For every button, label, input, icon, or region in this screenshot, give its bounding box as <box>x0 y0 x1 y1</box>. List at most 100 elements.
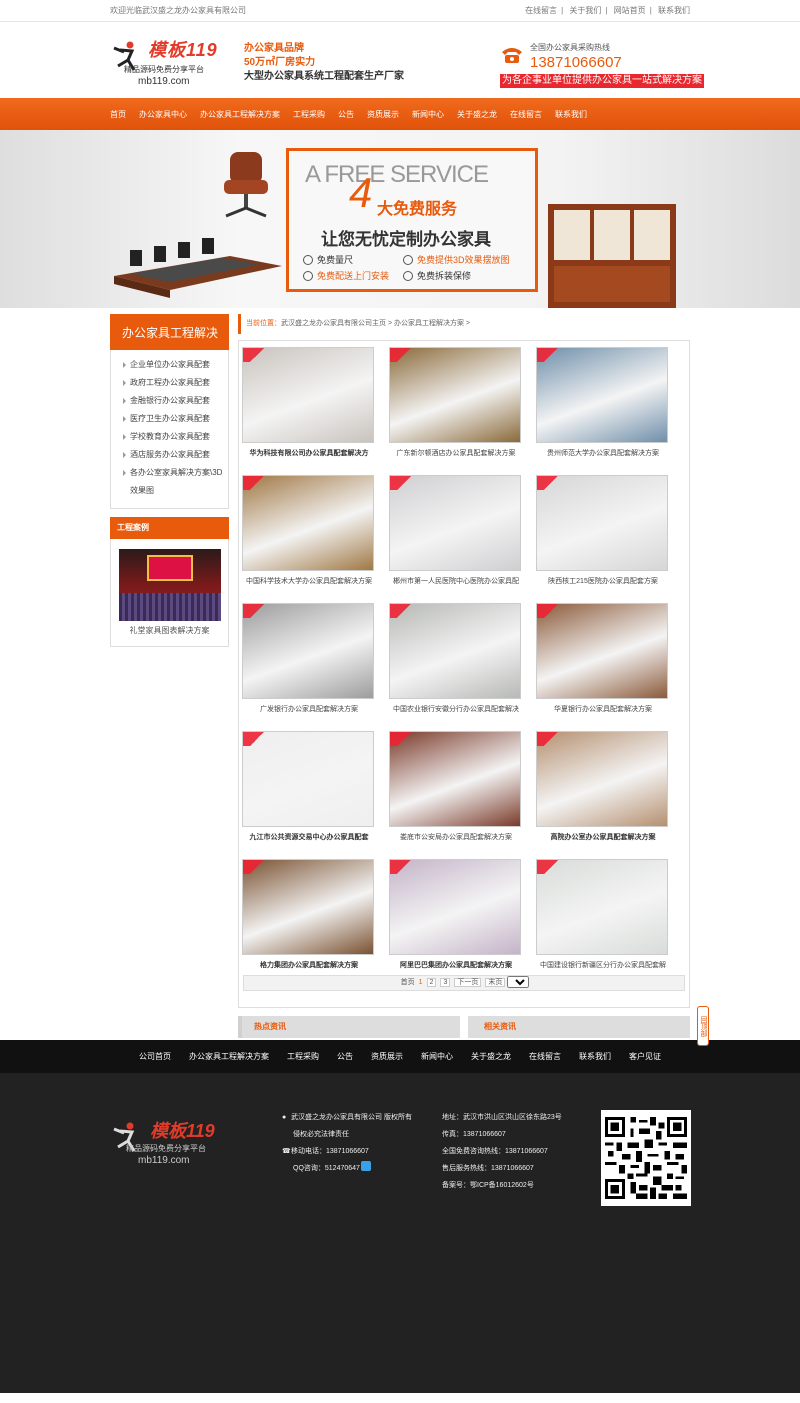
case-caption[interactable]: 中国农业银行安徽分行办公家具配套解决 <box>389 704 523 714</box>
footer-icp[interactable]: 备案号：鄂ICP备16012602号 <box>442 1177 562 1194</box>
case-caption[interactable]: 娄底市公安局办公家具配套解决方案 <box>389 832 523 842</box>
nav-item-home[interactable]: 首页 <box>110 109 126 120</box>
case-photo[interactable] <box>242 475 374 571</box>
footer-info-col: 地址：武汉市洪山区洪山区徐东路23号 传真：13871066607 全国免费咨询… <box>442 1109 562 1194</box>
hero-banner[interactable]: A FREE SERVICE 4 大免费服务 让您无忧定制办公家具 免费量尺 免… <box>0 130 800 308</box>
page-1-button[interactable]: 1 <box>419 979 423 986</box>
sidebar-item-enterprise[interactable]: 企业单位办公家具配套 <box>111 356 228 374</box>
top-link-message[interactable]: 在线留言 <box>525 6 557 15</box>
case-card[interactable]: 阿里巴巴集团办公家具配套解决方案 <box>389 859 523 979</box>
case-photo[interactable] <box>536 347 668 443</box>
case-card[interactable]: 中国科学技术大学办公家具配套解决方案 <box>242 475 376 595</box>
footer-nav-message[interactable]: 在线留言 <box>529 1051 561 1062</box>
case-photo[interactable] <box>389 859 521 955</box>
case-caption[interactable]: 礼堂家具图表解决方案 <box>111 625 228 636</box>
nav-item-furniture-center[interactable]: 办公家具中心 <box>139 109 187 120</box>
footer-nav-about[interactable]: 关于盛之龙 <box>471 1051 511 1062</box>
case-caption[interactable]: 广东新尔顿酒店办公家具配套解决方案 <box>389 448 523 458</box>
case-photo[interactable] <box>389 475 521 571</box>
nav-item-qualification[interactable]: 资质展示 <box>367 109 399 120</box>
case-card[interactable]: 陕西核工215医院办公家具配套方案 <box>536 475 670 595</box>
footer-nav-procurement[interactable]: 工程采购 <box>287 1051 319 1062</box>
case-photo[interactable] <box>536 475 668 571</box>
case-photo[interactable] <box>242 603 374 699</box>
top-link-home[interactable]: 网站首页 <box>614 6 646 15</box>
case-caption[interactable]: 陕西核工215医院办公家具配套方案 <box>536 576 670 586</box>
related-news-box[interactable]: 相关资讯 <box>468 1016 690 1038</box>
sidebar-item-education[interactable]: 学校教育办公家具配套 <box>111 428 228 446</box>
case-caption[interactable]: 中国建设银行新疆区分行办公家具配套解 <box>536 960 670 970</box>
footer-nav-qualification[interactable]: 资质展示 <box>371 1051 403 1062</box>
footer-nav-solutions[interactable]: 办公家具工程解决方案 <box>189 1051 269 1062</box>
case-caption[interactable]: 广发银行办公家具配套解决方案 <box>242 704 376 714</box>
case-photo[interactable] <box>389 347 521 443</box>
case-card[interactable]: 华夏银行办公家具配套解决方案 <box>536 603 670 723</box>
case-caption[interactable]: 九江市公共资源交易中心办公家具配套 <box>242 832 376 842</box>
page-next-button[interactable]: 下一页 <box>454 978 482 987</box>
top-link-about[interactable]: 关于我们 <box>569 6 601 15</box>
case-photo[interactable] <box>536 731 668 827</box>
page-2-button[interactable]: 2 <box>426 978 437 987</box>
sidebar-item-hotel[interactable]: 酒店服务办公家具配套 <box>111 446 228 464</box>
case-photo[interactable] <box>242 731 374 827</box>
footer-logo[interactable]: 模板119 精品源码免费分享平台 mb119.com <box>110 1113 230 1169</box>
case-caption[interactable]: 华为科技有限公司办公家具配套解决方 <box>242 448 376 458</box>
case-card[interactable]: 中国建设银行新疆区分行办公家具配套解 <box>536 859 670 979</box>
case-card[interactable]: 郴州市第一人民医院中心医院办公家具配 <box>389 475 523 595</box>
case-widget[interactable]: 礼堂家具图表解决方案 <box>110 539 229 647</box>
footer-nav-news[interactable]: 新闻中心 <box>421 1051 453 1062</box>
footer-nav-testimonials[interactable]: 客户见证 <box>629 1051 661 1062</box>
case-card[interactable]: 格力集团办公家具配套解决方案 <box>242 859 376 979</box>
case-caption[interactable]: 中国科学技术大学办公家具配套解决方案 <box>242 576 376 586</box>
nav-item-news[interactable]: 新闻中心 <box>412 109 444 120</box>
footer-nav-notice[interactable]: 公告 <box>337 1051 353 1062</box>
case-caption[interactable]: 贵州师范大学办公家具配套解决方案 <box>536 448 670 458</box>
nav-item-procurement[interactable]: 工程采购 <box>293 109 325 120</box>
qq-icon[interactable] <box>360 1161 371 1171</box>
nav-item-contact[interactable]: 联系我们 <box>555 109 587 120</box>
sidebar: 办公家具工程解决 企业单位办公家具配套 政府工程办公家具配套 金融银行办公家具配… <box>110 314 229 647</box>
case-card[interactable]: 娄底市公安局办公家具配套解决方案 <box>389 731 523 851</box>
case-card[interactable]: 广东新尔顿酒店办公家具配套解决方案 <box>389 347 523 467</box>
case-photo[interactable] <box>242 859 374 955</box>
case-caption[interactable]: 阿里巴巴集团办公家具配套解决方案 <box>389 960 523 970</box>
nav-item-notice[interactable]: 公告 <box>338 109 354 120</box>
back-to-top-button[interactable]: 回顶部 <box>697 1006 709 1046</box>
page-select[interactable]: 1 <box>507 976 530 989</box>
case-photo[interactable] <box>389 731 521 827</box>
case-card[interactable]: 华为科技有限公司办公家具配套解决方 <box>242 347 376 467</box>
sidebar-item-3d[interactable]: 各办公室家具解决方案\3D效果图 <box>111 464 228 500</box>
case-photo[interactable] <box>536 859 668 955</box>
sidebar-item-finance[interactable]: 金融银行办公家具配套 <box>111 392 228 410</box>
case-card[interactable]: 广发银行办公家具配套解决方案 <box>242 603 376 723</box>
case-card[interactable]: 九江市公共资源交易中心办公家具配套 <box>242 731 376 851</box>
sidebar-item-government[interactable]: 政府工程办公家具配套 <box>111 374 228 392</box>
case-caption[interactable]: 华夏银行办公家具配套解决方案 <box>536 704 670 714</box>
cabinet-image <box>548 204 676 308</box>
sidebar-item-medical[interactable]: 医疗卫生办公家具配套 <box>111 410 228 428</box>
site-logo[interactable]: 模板119 精品源码免费分享平台 mb119.com <box>110 36 230 92</box>
case-photo[interactable] <box>242 347 374 443</box>
case-photo[interactable] <box>389 603 521 699</box>
case-caption[interactable]: 郴州市第一人民医院中心医院办公家具配 <box>389 576 523 586</box>
breadcrumb-path[interactable]: 武汉盛之龙办公家具有限公司主页 > 办公家具工程解决方案 > <box>281 320 470 327</box>
footer-nav-contact[interactable]: 联系我们 <box>579 1051 611 1062</box>
page-last-button[interactable]: 末页 <box>485 978 506 987</box>
nav-item-solutions[interactable]: 办公家具工程解决方案 <box>200 109 280 120</box>
auditorium-image[interactable] <box>119 549 221 621</box>
page-3-button[interactable]: 3 <box>440 978 451 987</box>
nav-item-about[interactable]: 关于盛之龙 <box>457 109 497 120</box>
case-card[interactable]: 贵州师范大学办公家具配套解决方案 <box>536 347 670 467</box>
page-first-button[interactable]: 首页 <box>401 979 415 986</box>
case-photo[interactable] <box>536 603 668 699</box>
free-service-number: 4 <box>349 169 373 216</box>
footer-logo-tagline: 精品源码免费分享平台 <box>126 1144 206 1153</box>
nav-item-message[interactable]: 在线留言 <box>510 109 542 120</box>
case-caption[interactable]: 格力集团办公家具配套解决方案 <box>242 960 376 970</box>
case-card[interactable]: 中国农业银行安徽分行办公家具配套解决 <box>389 603 523 723</box>
footer-nav-home[interactable]: 公司首页 <box>139 1051 171 1062</box>
top-link-contact[interactable]: 联系我们 <box>658 6 690 15</box>
case-caption[interactable]: 高院办公室办公家具配套解决方案 <box>536 832 670 842</box>
hot-news-box[interactable]: 热点资讯 <box>238 1016 460 1038</box>
case-card[interactable]: 高院办公室办公家具配套解决方案 <box>536 731 670 851</box>
